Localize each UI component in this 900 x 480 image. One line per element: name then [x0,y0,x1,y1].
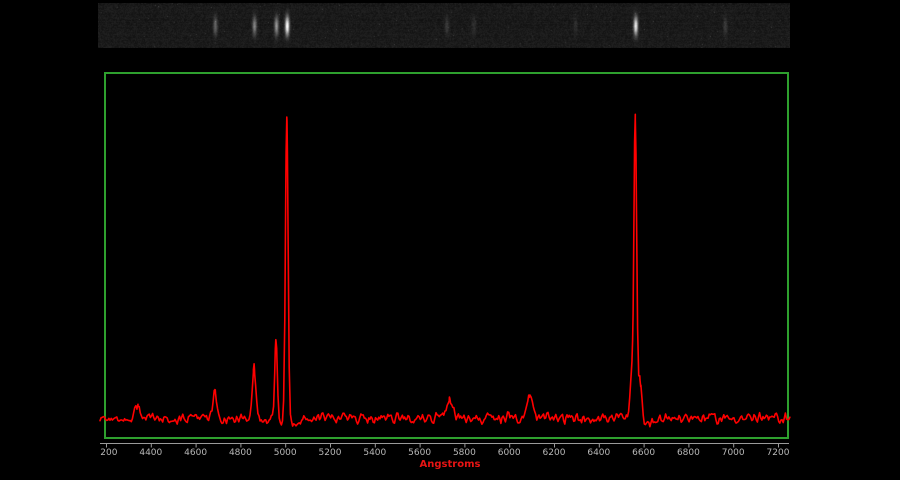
x-axis-tick-label: 5600 [408,448,431,459]
spectrum-viewer-window: 4200 4400 4600 4800 5000 5200 5400 5600 5800 6000… [0,0,900,480]
x-axis-tick-label: 4800 [229,448,252,459]
x-axis-tick-label: 4400 [139,448,162,459]
x-axis-title: Angstroms [420,459,481,470]
x-axis-tick-label: 4200 [100,448,117,459]
x-axis-tick-label: 5400 [363,448,386,459]
spectrum-strip-image [98,3,790,48]
x-axis-tick-label: 6600 [632,448,655,459]
x-axis-tick-label: 4600 [184,448,207,459]
x-axis-tick-label: 5200 [319,448,342,459]
x-axis-tick-label: 5000 [274,448,297,459]
plot-frame [104,72,789,439]
x-axis-tick-label: 6800 [677,448,700,459]
x-axis-tick-label: 6400 [587,448,610,459]
x-axis-tick-label: 7200 [767,448,790,459]
x-axis-tick-labels: 4200 4400 4600 4800 5000 5200 5400 5600 5800 6000… [100,448,900,460]
x-axis-tick-label: 6200 [543,448,566,459]
x-axis-tick-label: 7000 [722,448,745,459]
x-axis-tick-label: 5800 [453,448,476,459]
x-axis-tick-label: 6000 [498,448,521,459]
